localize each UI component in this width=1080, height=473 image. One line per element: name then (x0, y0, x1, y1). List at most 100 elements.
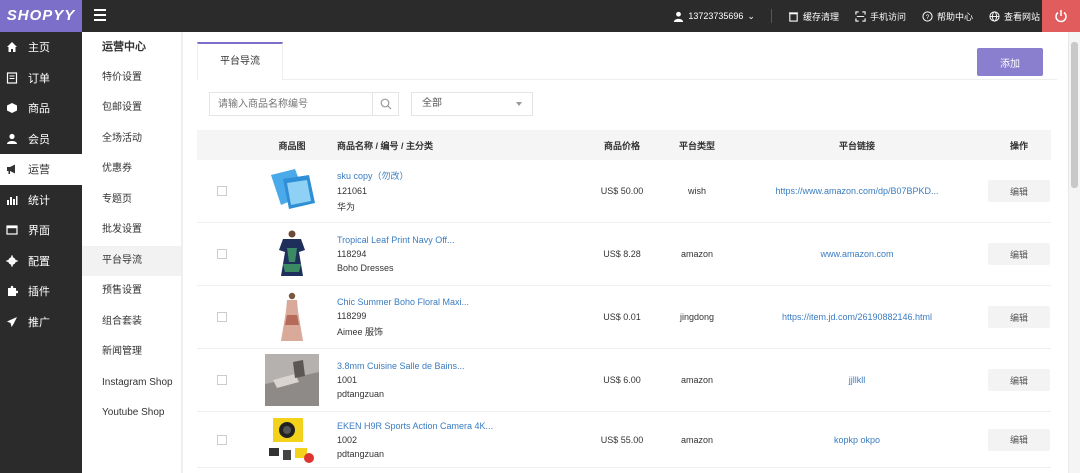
help-icon: ? (922, 10, 933, 22)
platform-filter-select[interactable]: 全部 (411, 92, 533, 116)
nav-label: 订单 (28, 72, 50, 85)
plane-icon (7, 316, 17, 327)
row-checkbox[interactable] (217, 434, 227, 445)
header-image: 商品图 (278, 140, 306, 151)
product-name-link[interactable]: Tropical Leaf Print Navy Off... (337, 235, 577, 245)
edit-button[interactable]: 编辑 (988, 180, 1050, 202)
view-site-button[interactable]: 查看网站 (989, 10, 1040, 23)
box-icon (7, 103, 17, 114)
subnav-item-bundles[interactable]: 组合套装 (82, 307, 181, 338)
table-row: 3.8mm Cuisine Salle de Bains... 1001 pdtan… (197, 349, 1051, 412)
product-name-link[interactable]: sku copy（勿改） (337, 169, 577, 182)
product-code: 1002 (337, 434, 358, 445)
help-center-label: 帮助中心 (936, 11, 973, 22)
table-header: 商品图 商品名称 / 编号 / 主分类 商品价格 平台类型 平台链接 操作 (197, 130, 1051, 160)
header-name: 商品名称 / 编号 / 主分类 (337, 140, 434, 151)
subnav-item-news[interactable]: 新闻管理 (82, 337, 181, 368)
subnav-item-coupons[interactable]: 优惠券 (82, 154, 181, 185)
row-checkbox[interactable] (217, 186, 227, 196)
user-menu[interactable]: 13723735696 ⌄ (673, 11, 755, 22)
globe-icon (989, 10, 1000, 22)
logout-button[interactable] (1042, 0, 1080, 32)
platform-type: jingdong (679, 312, 715, 322)
subnav-item-instagram[interactable]: Instagram Shop (82, 368, 181, 399)
product-name-link[interactable]: Chic Summer Boho Floral Maxi... (337, 297, 577, 307)
product-thumbnail-phone (265, 165, 319, 217)
subnav-item-youtube[interactable]: Youtube Shop (82, 398, 181, 429)
nav-item-orders[interactable]: 订单 (0, 63, 82, 94)
search-icon (380, 98, 391, 110)
product-name-link[interactable]: 3.8mm Cuisine Salle de Bains... (337, 361, 577, 371)
tab-platform-traffic[interactable]: 平台导流 (197, 42, 283, 80)
platform-link[interactable]: https://item.jd.com/26190882146.html (782, 312, 932, 322)
order-icon (6, 72, 18, 84)
product-name-link[interactable]: EKEN H9R Sports Action Camera 4K... (337, 421, 577, 431)
row-checkbox[interactable] (217, 312, 227, 322)
trash-icon (788, 11, 799, 22)
platform-link[interactable]: kopkp okpo (834, 435, 880, 445)
nav-label: 推广 (28, 316, 50, 329)
platform-type: amazon (680, 375, 714, 385)
scan-icon (855, 10, 866, 22)
nav-item-members[interactable]: 会员 (0, 124, 82, 155)
nav-label: 商品 (28, 103, 50, 116)
edit-button[interactable]: 编辑 (988, 428, 1050, 451)
row-checkbox[interactable] (217, 249, 227, 259)
page-scrollbar[interactable] (1068, 32, 1080, 473)
platform-type: amazon (680, 249, 714, 259)
row-checkbox[interactable] (217, 375, 227, 385)
nav-item-home[interactable]: 主页 (0, 32, 82, 63)
top-actions: 13723735696 ⌄ 缓存清理 手机访问 ? 帮助中心 查看网站 (657, 0, 1040, 32)
puzzle-icon (8, 286, 18, 297)
platform-type: wish (687, 186, 706, 196)
cache-clear-label: 缓存清理 (802, 11, 839, 22)
product-code: 118294 (337, 249, 367, 259)
product-category: Boho Dresses (337, 263, 394, 273)
platform-link[interactable]: jjllkll (849, 375, 866, 385)
main-content: 平台导流 添加 全部 商品图 商品名称 / 编号 / 主分类 商品价格 平台类型… (183, 32, 1068, 473)
brand-logo[interactable]: SHOPYY (0, 0, 82, 32)
subnav-item-special-price[interactable]: 特价设置 (82, 63, 181, 94)
edit-button[interactable]: 编辑 (988, 369, 1050, 391)
add-button[interactable]: 添加 (977, 48, 1043, 76)
platform-type: amazon (680, 434, 714, 445)
nav-item-stats[interactable]: 统计 (0, 185, 82, 216)
nav-item-products[interactable]: 商品 (0, 93, 82, 124)
subnav-item-wholesale[interactable]: 批发设置 (82, 215, 181, 246)
cache-clear-button[interactable]: 缓存清理 (788, 10, 839, 23)
nav-item-operations[interactable]: 运营 (0, 154, 82, 185)
table-row: sku copy（勿改） 121061 华为 US$ 50.00 wish http… (197, 160, 1051, 223)
product-code: 1001 (337, 375, 358, 385)
nav-label: 配置 (28, 255, 50, 268)
power-icon (1055, 10, 1067, 23)
product-thumbnail-dress (265, 228, 319, 280)
table-row: EKEN H9R Sports Action Camera 4K... 1002 p… (197, 412, 1051, 468)
mobile-view-label: 手机访问 (869, 11, 906, 22)
subnav-item-platform-traffic[interactable]: 平台导流 (82, 245, 181, 276)
platform-link[interactable]: www.amazon.com (820, 249, 893, 259)
mobile-view-button[interactable]: 手机访问 (855, 10, 906, 23)
subnav-item-topics[interactable]: 专题页 (82, 185, 181, 216)
product-thumbnail-camera (265, 413, 319, 466)
nav-item-interface[interactable]: 界面 (0, 215, 82, 246)
subnav-item-presale[interactable]: 预售设置 (82, 276, 181, 307)
main-sidebar: 主页 订单 商品 会员 运营 统计 界面 配置 插件 推广 (0, 32, 82, 473)
search-input[interactable] (210, 93, 372, 115)
edit-button[interactable]: 编辑 (988, 243, 1050, 265)
subnav-item-free-shipping[interactable]: 包邮设置 (82, 93, 181, 124)
help-center-button[interactable]: ? 帮助中心 (922, 10, 973, 23)
menu-toggle-icon[interactable] (94, 9, 106, 23)
user-icon (674, 11, 684, 22)
subnav-item-store-wide[interactable]: 全场活动 (82, 124, 181, 155)
chevron-down-icon: ⌄ (747, 10, 755, 21)
platform-link[interactable]: https://www.amazon.com/dp/B07BPKD... (775, 186, 938, 196)
divider (770, 9, 772, 23)
edit-button[interactable]: 编辑 (988, 306, 1050, 328)
nav-item-config[interactable]: 配置 (0, 246, 82, 277)
chevron-down-icon (516, 102, 522, 106)
scrollbar-thumb[interactable] (1071, 42, 1078, 188)
nav-item-promotion[interactable]: 推广 (0, 307, 82, 338)
search-button[interactable] (372, 93, 398, 115)
nav-item-plugins[interactable]: 插件 (0, 276, 82, 307)
product-category: 华为 (337, 202, 356, 212)
